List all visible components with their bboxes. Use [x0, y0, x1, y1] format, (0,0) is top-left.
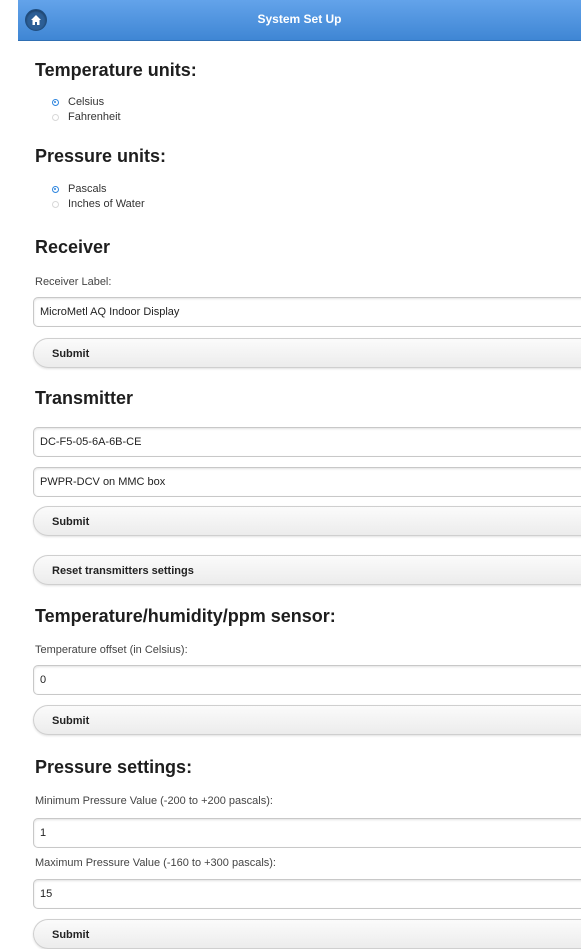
radio-selected-icon [52, 99, 59, 106]
page-title: System Set Up [257, 12, 342, 26]
radio-celsius[interactable]: Celsius [52, 96, 352, 110]
transmitter-submit-button[interactable]: Submit [33, 506, 581, 536]
temperature-offset-caption: Temperature offset (in Celsius): [35, 644, 188, 656]
radio-label: Pascals [68, 183, 107, 195]
radio-label: Celsius [68, 96, 105, 108]
receiver-label-caption: Receiver Label: [35, 276, 112, 288]
pressure-settings-heading: Pressure settings: [35, 757, 193, 777]
radio-selected-icon [52, 186, 59, 193]
temperature-units-heading: Temperature units: [35, 60, 197, 80]
radio-label: Inches of Water [68, 198, 145, 210]
temperature-offset-input[interactable]: 0 [33, 665, 581, 695]
radio-unselected-icon [52, 114, 59, 121]
max-pressure-caption: Maximum Pressure Value (-160 to +300 pas… [35, 857, 276, 869]
min-pressure-input[interactable]: 1 [33, 818, 581, 848]
transmitter-heading: Transmitter [35, 388, 134, 408]
min-pressure-caption: Minimum Pressure Value (-200 to +200 pas… [35, 795, 273, 807]
sensor-submit-button[interactable]: Submit [33, 705, 581, 735]
reset-transmitters-button[interactable]: Reset transmitters settings [33, 555, 581, 585]
radio-label: Fahrenheit [68, 111, 121, 123]
max-pressure-input[interactable]: 15 [33, 879, 581, 909]
sensor-heading: Temperature/humidity/ppm sensor: [35, 606, 336, 626]
pressure-units-heading: Pressure units: [35, 146, 167, 166]
transmitter-mac-input[interactable]: DC-F5-05-6A-6B-CE [33, 427, 581, 457]
radio-fahrenheit[interactable]: Fahrenheit [52, 111, 352, 125]
pressure-submit-button[interactable]: Submit [33, 919, 581, 949]
receiver-submit-button[interactable]: Submit [33, 338, 581, 368]
radio-inches-of-water[interactable]: Inches of Water [52, 198, 352, 212]
transmitter-name-input[interactable]: PWPR-DCV on MMC box [33, 467, 581, 497]
receiver-heading: Receiver [35, 237, 111, 257]
radio-unselected-icon [52, 201, 59, 208]
header-bar: System Set Up [18, 0, 581, 41]
receiver-label-input[interactable]: MicroMetl AQ Indoor Display [33, 297, 581, 327]
radio-pascals[interactable]: Pascals [52, 183, 352, 197]
